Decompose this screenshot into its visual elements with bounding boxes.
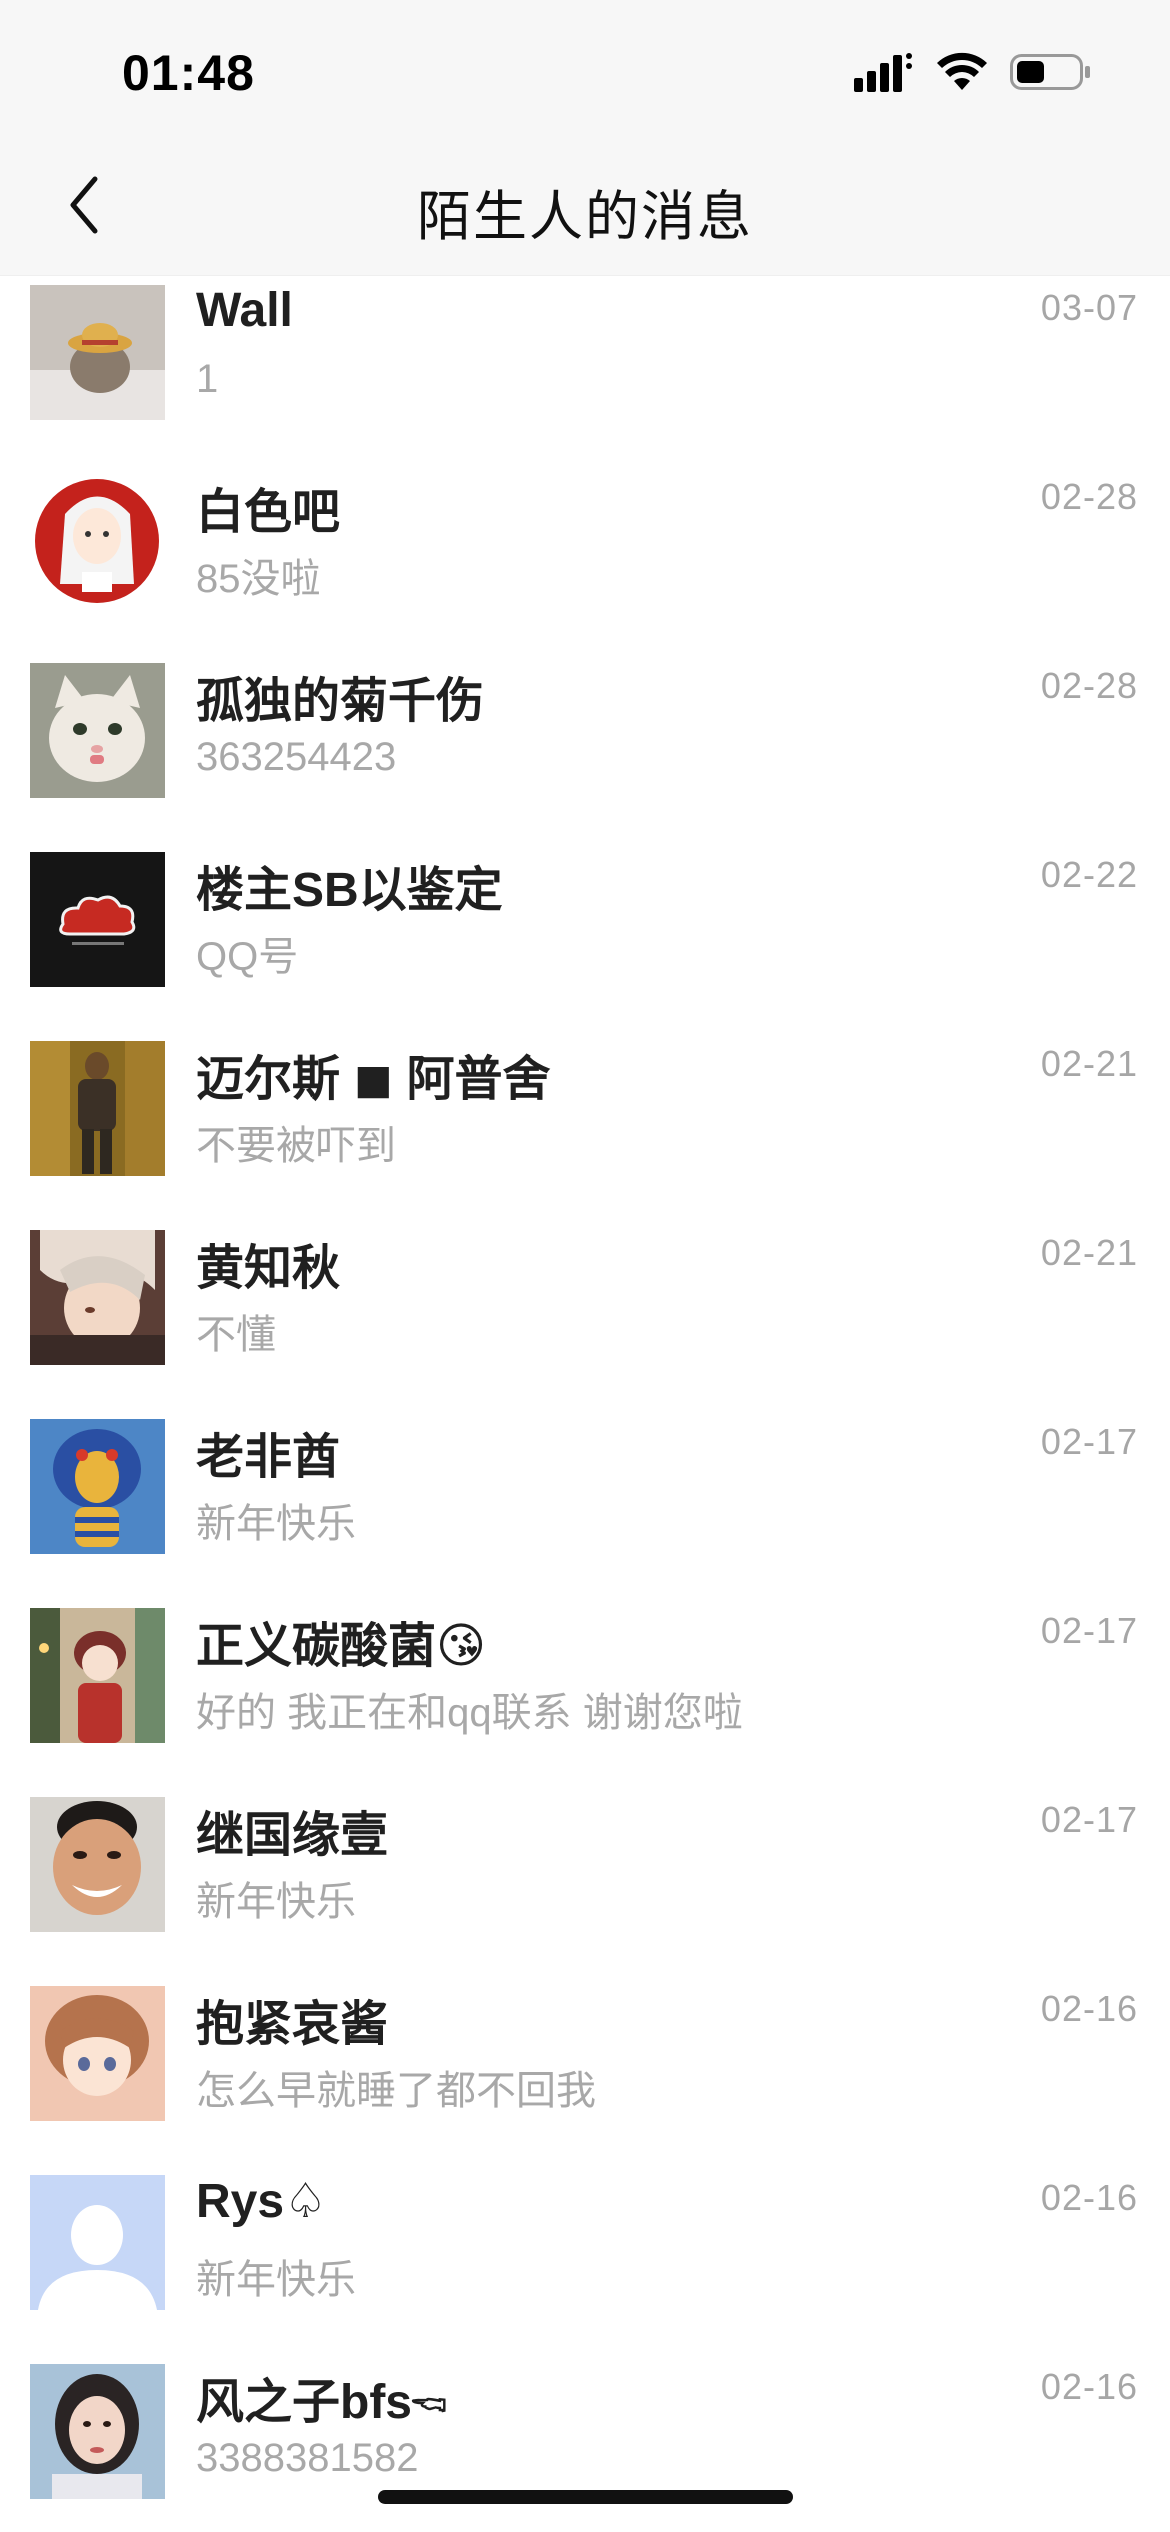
conversation-item[interactable]: Rys♤ 新年快乐 02-16 bbox=[0, 2173, 1170, 2362]
conversation-date: 02-21 bbox=[1040, 1232, 1138, 1273]
conversation-item[interactable]: 抱紧哀酱 怎么早就睡了都不回我 02-16 bbox=[0, 1984, 1170, 2173]
girl-photo-avatar[interactable] bbox=[30, 2364, 165, 2499]
status-time: 01:48 bbox=[122, 45, 255, 101]
conversation-preview: 85没啦 bbox=[196, 557, 321, 601]
conversation-preview: 363254423 bbox=[196, 735, 397, 779]
conversation-date: 02-28 bbox=[1040, 665, 1138, 706]
anime-girl-brown-hair-avatar[interactable] bbox=[30, 1986, 165, 2121]
conversation-preview: 好的 我正在和qq联系 谢谢您啦 bbox=[196, 1691, 743, 1735]
conversation-date: 02-17 bbox=[1040, 1799, 1138, 1840]
conversation-date: 02-28 bbox=[1040, 476, 1138, 517]
anime-girl-street-avatar[interactable] bbox=[30, 1608, 165, 1743]
conversation-item[interactable]: 黄知秋 不懂 02-21 bbox=[0, 1228, 1170, 1417]
status-icons bbox=[854, 52, 1092, 97]
conversation-date: 02-16 bbox=[1040, 2366, 1138, 2407]
conversation-date: 02-21 bbox=[1040, 1043, 1138, 1084]
conversation-name: 孤独的菊千伤 bbox=[196, 675, 485, 728]
conversation-name: Wall bbox=[196, 284, 293, 337]
conversation-date: 03-07 bbox=[1040, 287, 1138, 328]
conversation-item[interactable]: 楼主SB以鉴定 QQ号 02-22 bbox=[0, 850, 1170, 1039]
battery-icon bbox=[1010, 52, 1092, 97]
conversation-name: 迈尔斯 ◼ 阿普舍 bbox=[196, 1053, 551, 1106]
conversation-item[interactable]: 孤独的菊千伤 363254423 02-28 bbox=[0, 661, 1170, 850]
conversation-item[interactable]: 继国缘壹 新年快乐 02-17 bbox=[0, 1795, 1170, 1984]
conversation-item[interactable]: 老非酋 新年快乐 02-17 bbox=[0, 1417, 1170, 1606]
conversation-name: 楼主SB以鉴定 bbox=[196, 864, 503, 917]
conversation-name: 黄知秋 bbox=[196, 1242, 341, 1295]
conversation-preview: 3388381582 bbox=[196, 2436, 419, 2480]
conversation-date: 02-16 bbox=[1040, 1988, 1138, 2029]
conversation-date: 02-16 bbox=[1040, 2177, 1138, 2218]
boy-photo-avatar[interactable] bbox=[30, 1797, 165, 1932]
default-user-avatar[interactable] bbox=[30, 2175, 165, 2310]
nav-bar: 陌生人的消息 bbox=[0, 150, 1170, 276]
conversation-date: 02-17 bbox=[1040, 1610, 1138, 1651]
conversation-name: 继国缘壹 bbox=[196, 1809, 389, 1862]
conversation-preview: QQ号 bbox=[196, 935, 299, 979]
page-title: 陌生人的消息 bbox=[417, 187, 753, 247]
conversation-preview: 新年快乐 bbox=[196, 2258, 356, 2302]
cobra-figure-avatar[interactable] bbox=[30, 1419, 165, 1554]
cat-with-straw-hat-avatar[interactable] bbox=[30, 285, 165, 420]
anime-girl-red-circle-avatar[interactable] bbox=[30, 474, 165, 609]
conversation-list[interactable]: Wall 1 03-07 白色吧 85没啦 02-28 孤独的菊千伤 36325… bbox=[0, 283, 1170, 2532]
home-indicator[interactable] bbox=[378, 2490, 793, 2504]
conversation-item[interactable]: Wall 1 03-07 bbox=[0, 283, 1170, 472]
conversation-date: 02-22 bbox=[1040, 854, 1138, 895]
cellular-signal-icon bbox=[854, 52, 914, 97]
status-bar: 01:48 bbox=[0, 0, 1170, 150]
conversation-preview: 1 bbox=[196, 357, 219, 401]
gold-figure-avatar[interactable] bbox=[30, 1041, 165, 1176]
conversation-name: 风之子bfs🖘 bbox=[196, 2376, 448, 2429]
conversation-preview: 新年快乐 bbox=[196, 1502, 356, 1546]
conversation-preview: 怎么早就睡了都不回我 bbox=[196, 2069, 596, 2113]
conversation-item[interactable]: 迈尔斯 ◼ 阿普舍 不要被吓到 02-21 bbox=[0, 1039, 1170, 1228]
wifi-icon bbox=[936, 52, 988, 97]
conversation-name: 老非酋 bbox=[196, 1431, 341, 1484]
white-cat-avatar[interactable] bbox=[30, 663, 165, 798]
conversation-name: 抱紧哀酱 bbox=[196, 1998, 389, 2051]
conversation-item[interactable]: 正义碳酸菌😘 好的 我正在和qq联系 谢谢您啦 02-17 bbox=[0, 1606, 1170, 1795]
akatsuki-cloud-avatar[interactable] bbox=[30, 852, 165, 987]
conversation-name: 正义碳酸菌😘 bbox=[196, 1620, 487, 1673]
conversation-preview: 不懂 bbox=[196, 1313, 276, 1357]
conversation-date: 02-17 bbox=[1040, 1421, 1138, 1462]
conversation-name: 白色吧 bbox=[196, 486, 341, 539]
conversation-name: Rys♤ bbox=[196, 2175, 328, 2228]
conversation-preview: 新年快乐 bbox=[196, 1880, 356, 1924]
conversation-item[interactable]: 风之子bfs🖘 3388381582 02-16 bbox=[0, 2362, 1170, 2532]
conversation-item[interactable]: 白色吧 85没啦 02-28 bbox=[0, 472, 1170, 661]
anime-boy-avatar[interactable] bbox=[30, 1230, 165, 1365]
conversation-preview: 不要被吓到 bbox=[196, 1124, 396, 1168]
